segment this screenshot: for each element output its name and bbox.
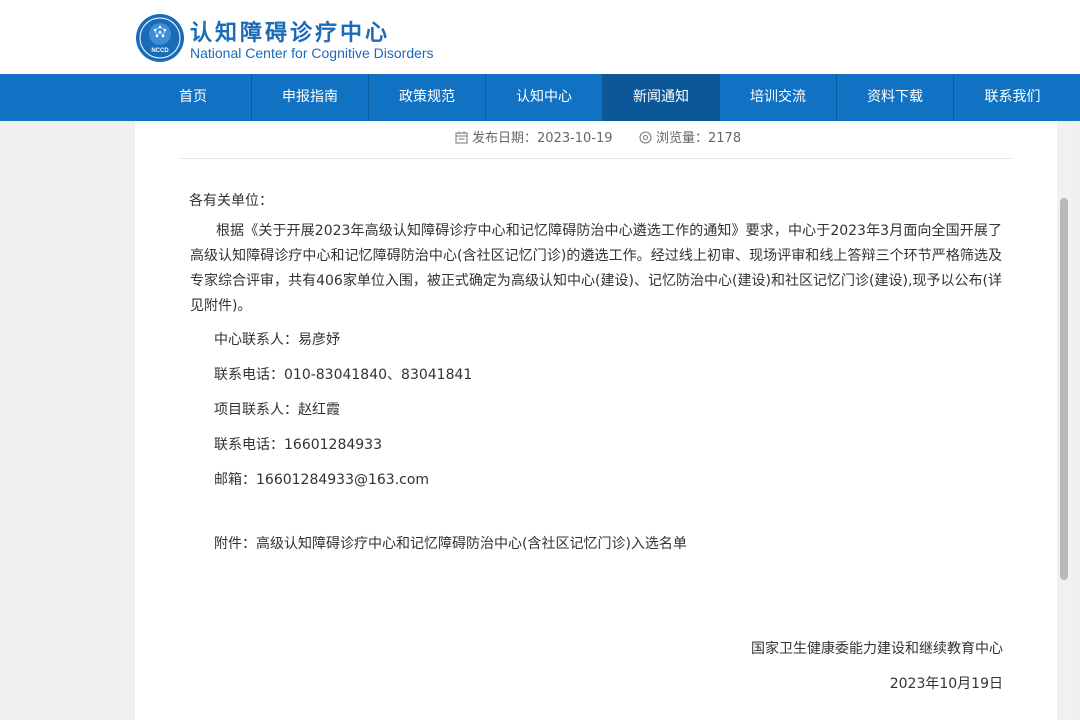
nccd-logo-icon[interactable]: NCCD xyxy=(135,13,185,63)
logo-text: NCCD xyxy=(151,48,169,54)
nav-item-contact[interactable]: 联系我们 xyxy=(954,74,1071,121)
nav-item-cognitive-center[interactable]: 认知中心 xyxy=(486,74,603,121)
site-title-cn: 认知障碍诊疗中心 xyxy=(190,21,391,46)
article-body: 根据《关于开展2023年高级认知障碍诊疗中心和记忆障碍防治中心遴选工作的通知》要… xyxy=(190,223,1002,314)
nav-item-news[interactable]: 新闻通知 xyxy=(603,74,720,121)
views-meta: 浏览量：2178 xyxy=(639,127,741,146)
calendar-icon xyxy=(455,131,468,144)
attachment-link[interactable]: 高级认知障碍诊疗中心和记忆障碍防治中心(含社区记忆门诊)入选名单 xyxy=(256,536,687,552)
publish-label: 发布日期： xyxy=(472,131,538,146)
contact-project: 项目联系人：赵红霞 xyxy=(214,402,340,418)
nav-item-training[interactable]: 培训交流 xyxy=(720,74,837,121)
signature-org: 国家卫生健康委能力建设和继续教育中心 xyxy=(751,641,1003,657)
contact-project-phone: 联系电话：16601284933 xyxy=(214,437,382,453)
scrollbar-thumb[interactable] xyxy=(1060,198,1068,580)
article-content: 发布日期：2023-10-19 浏览量：2178 各有关单位： 根据《关于开展2… xyxy=(135,121,1057,720)
attachment-label: 附件： xyxy=(214,536,256,552)
contact-center-phone: 联系电话：010-83041840、83041841 xyxy=(214,367,473,383)
nav-item-downloads[interactable]: 资料下载 xyxy=(837,74,954,121)
views-label: 浏览量： xyxy=(656,131,709,146)
nav-item-application-guide[interactable]: 申报指南 xyxy=(252,74,369,121)
attachment: 附件：高级认知障碍诊疗中心和记忆障碍防治中心(含社区记忆门诊)入选名单 xyxy=(214,533,687,553)
site-title-en: National Center for Cognitive Disorders xyxy=(190,45,434,61)
signature-date: 2023年10月19日 xyxy=(889,676,1003,692)
contact-center: 中心联系人：易彦妤 xyxy=(214,332,340,348)
meta-divider xyxy=(180,158,1012,159)
salutation: 各有关单位： xyxy=(189,193,273,209)
views-count: 2178 xyxy=(708,131,742,146)
site-header: NCCD 认知障碍诊疗中心 National Center for Cognit… xyxy=(0,0,1080,74)
nav-item-policy[interactable]: 政策规范 xyxy=(369,74,486,121)
main-nav: 首页 申报指南 政策规范 认知中心 新闻通知 培训交流 资料下载 联系我们 xyxy=(0,74,1080,121)
nav-item-home[interactable]: 首页 xyxy=(135,74,252,121)
publish-date: 2023-10-19 xyxy=(537,131,613,146)
contact-email: 邮箱：16601284933@163.com xyxy=(214,472,430,488)
views-icon xyxy=(639,131,652,144)
publish-date-meta: 发布日期：2023-10-19 xyxy=(455,127,613,146)
